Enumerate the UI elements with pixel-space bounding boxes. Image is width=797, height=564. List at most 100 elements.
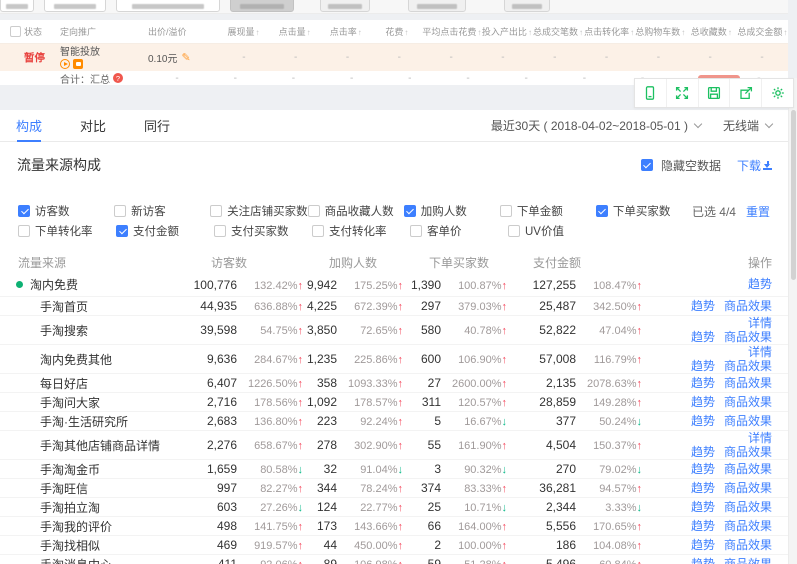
tab-peers[interactable]: 同行 — [144, 110, 170, 142]
ad-column-header[interactable]: 花费↑ — [371, 25, 422, 38]
vertical-scrollbar-thumb[interactable] — [791, 110, 796, 280]
action-trend-link[interactable]: 趋势 — [691, 558, 715, 564]
ad-toolbar-button[interactable] — [116, 0, 220, 12]
ad-column-header[interactable]: 总成交金额↑ — [737, 25, 788, 38]
action-product-effect-link[interactable]: 商品效果 — [724, 539, 772, 552]
ad-toolbar-button[interactable] — [408, 0, 466, 12]
creative-image-icon[interactable] — [73, 59, 83, 69]
terminal-dropdown[interactable]: 无线端 — [723, 117, 772, 134]
metric-checkbox-item[interactable]: 支付买家数 — [214, 223, 312, 239]
action-trend-link[interactable]: 趋势 — [691, 446, 715, 459]
checkbox[interactable] — [404, 205, 416, 217]
action-trend-link[interactable]: 趋势 — [691, 501, 715, 514]
action-product-effect-link[interactable]: 商品效果 — [724, 446, 772, 459]
metric-checkbox-item[interactable]: 加购人数 — [404, 203, 500, 219]
metric-checkbox-item[interactable]: 支付转化率 — [312, 223, 410, 239]
save-button[interactable] — [698, 79, 730, 107]
metric-checkbox-item[interactable]: 下单买家数 — [596, 203, 692, 219]
fullscreen-button[interactable] — [666, 79, 698, 107]
action-detail-link[interactable]: 详情 — [748, 432, 772, 445]
action-detail-link[interactable]: 详情 — [748, 346, 772, 359]
checkbox[interactable] — [410, 225, 422, 237]
hide-empty-checkbox[interactable] — [641, 159, 653, 171]
ad-column-header[interactable]: 平均点击花费↑ — [422, 25, 481, 38]
ad-column-header[interactable]: 点击量↑ — [269, 25, 320, 38]
ad-column-header[interactable]: 点击率↑ — [320, 25, 371, 38]
sort-icon[interactable]: ↑ — [630, 28, 634, 37]
export-button[interactable] — [729, 79, 761, 107]
ad-toolbar-button[interactable] — [0, 0, 34, 12]
metric-checkbox-item[interactable]: 下单转化率 — [18, 223, 116, 239]
action-detail-link[interactable]: 详情 — [748, 317, 772, 330]
ad-column-header[interactable]: 展现量↑ — [218, 25, 269, 38]
action-trend-link[interactable]: 趋势 — [691, 396, 715, 409]
metric-checkbox-item[interactable]: 客单价 — [410, 223, 508, 239]
ad-column-header[interactable]: 点击转化率↑ — [584, 25, 635, 38]
action-trend-link[interactable]: 趋势 — [691, 539, 715, 552]
checkbox[interactable] — [214, 225, 226, 237]
vertical-scrollbar[interactable] — [788, 78, 797, 564]
checkbox[interactable] — [114, 205, 126, 217]
date-range-dropdown[interactable]: 最近30天 ( 2018-04-02~2018-05-01 ) — [491, 117, 701, 134]
checkbox[interactable] — [596, 205, 608, 217]
checkbox[interactable] — [308, 205, 320, 217]
reset-link[interactable]: 重置 — [746, 203, 770, 220]
metric-checkbox-item[interactable]: 商品收藏人数 — [308, 203, 404, 219]
action-product-effect-link[interactable]: 商品效果 — [724, 520, 772, 533]
checkbox[interactable] — [18, 205, 30, 217]
checkbox[interactable] — [210, 205, 222, 217]
ad-column-header[interactable]: 总收藏数↑ — [686, 25, 737, 38]
action-product-effect-link[interactable]: 商品效果 — [724, 331, 772, 344]
checkbox[interactable] — [500, 205, 512, 217]
help-icon[interactable]: ? — [113, 73, 123, 83]
sort-icon[interactable]: ↑ — [404, 28, 408, 37]
ad-toolbar-button[interactable] — [44, 0, 106, 12]
ad-column-header[interactable]: 总购物车数↑ — [635, 25, 686, 38]
checkbox[interactable] — [312, 225, 324, 237]
sort-icon[interactable]: ↑ — [783, 28, 787, 37]
ad-toolbar-button[interactable] — [504, 0, 550, 12]
tab-compare[interactable]: 对比 — [80, 110, 106, 142]
play-icon[interactable] — [60, 59, 70, 69]
download-link[interactable]: 下载 — [737, 157, 772, 174]
action-product-effect-link[interactable]: 商品效果 — [724, 501, 772, 514]
tab-composition[interactable]: 构成 — [16, 110, 42, 142]
action-product-effect-link[interactable]: 商品效果 — [724, 415, 772, 428]
ad-column-header[interactable]: 投入产出比↑ — [481, 25, 532, 38]
action-trend-link[interactable]: 趋势 — [691, 463, 715, 476]
action-trend-link[interactable]: 趋势 — [691, 520, 715, 533]
action-trend-link[interactable]: 趋势 — [691, 415, 715, 428]
sort-icon[interactable]: ↑ — [358, 28, 362, 37]
ad-column-header[interactable]: 总成交笔数↑ — [532, 25, 583, 38]
edit-bid-icon[interactable]: ✎ — [181, 51, 190, 64]
checkbox[interactable] — [116, 225, 128, 237]
action-product-effect-link[interactable]: 商品效果 — [724, 482, 772, 495]
ad-column-header[interactable]: 出价/溢价 — [148, 25, 218, 38]
metric-checkbox-item[interactable]: 新访客 — [114, 203, 210, 219]
sort-icon[interactable]: ↑ — [528, 28, 532, 37]
action-product-effect-link[interactable]: 商品效果 — [724, 377, 772, 390]
ad-toolbar-button[interactable] — [320, 0, 370, 12]
metric-checkbox-item[interactable]: 关注店铺买家数 — [210, 203, 308, 219]
ad-toolbar-button[interactable] — [230, 0, 294, 12]
action-trend-link[interactable]: 趋势 — [691, 377, 715, 390]
sort-icon[interactable]: ↑ — [681, 28, 685, 37]
action-product-effect-link[interactable]: 商品效果 — [724, 396, 772, 409]
action-trend-link[interactable]: 趋势 — [691, 300, 715, 313]
ad-column-header[interactable]: 状态 — [24, 25, 60, 38]
sort-icon[interactable]: ↑ — [728, 28, 732, 37]
select-all-checkbox[interactable] — [10, 26, 21, 37]
action-product-effect-link[interactable]: 商品效果 — [724, 463, 772, 476]
metric-checkbox-item[interactable]: 下单金额 — [500, 203, 596, 219]
action-trend-link[interactable]: 趋势 — [691, 482, 715, 495]
mobile-preview-button[interactable] — [635, 79, 666, 107]
checkbox[interactable] — [18, 225, 30, 237]
metric-checkbox-item[interactable]: 访客数 — [18, 203, 114, 219]
action-product-effect-link[interactable]: 商品效果 — [724, 360, 772, 373]
sort-icon[interactable]: ↑ — [256, 28, 260, 37]
sort-icon[interactable]: ↑ — [579, 28, 583, 37]
metric-checkbox-item[interactable]: UV价值 — [508, 223, 606, 239]
checkbox[interactable] — [508, 225, 520, 237]
sort-icon[interactable]: ↑ — [307, 28, 311, 37]
metric-checkbox-item[interactable]: 支付金额 — [116, 223, 214, 239]
